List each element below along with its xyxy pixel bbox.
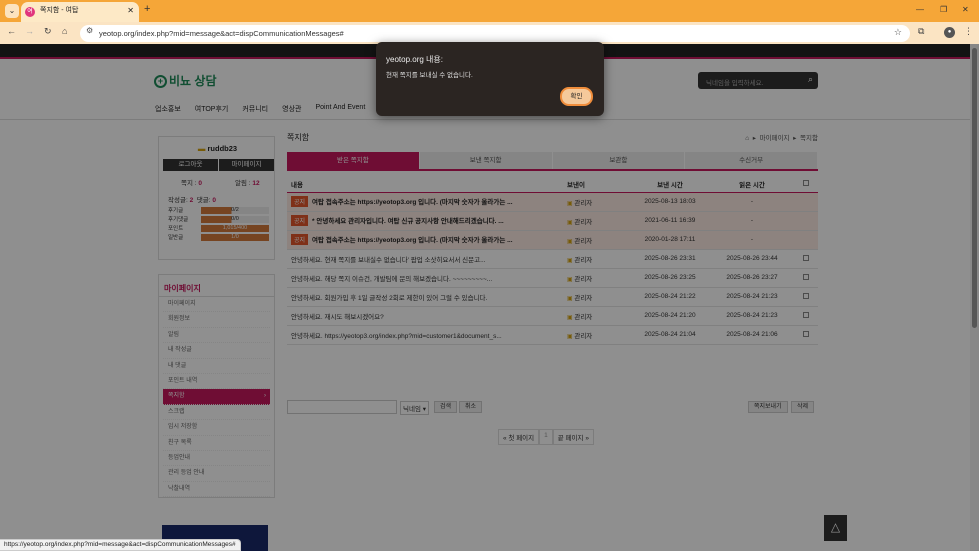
- site-info-icon[interactable]: ⚙: [86, 26, 93, 35]
- bookmark-star-icon[interactable]: ☆: [894, 27, 902, 38]
- favicon-icon: 여: [25, 7, 35, 17]
- tab-bar: ⌄ 여 쪽지함 - 여탑 ✕ + — ❐ ✕: [0, 0, 979, 22]
- status-bar-url: https://yeotop.org/index.php?mid=message…: [0, 539, 241, 551]
- modal-overlay: [0, 44, 979, 551]
- close-window-icon[interactable]: ✕: [962, 5, 969, 14]
- dialog-ok-button[interactable]: 확인: [560, 87, 593, 106]
- close-tab-icon[interactable]: ✕: [127, 2, 134, 20]
- dialog-title: yeotop.org 내용:: [386, 55, 443, 64]
- forward-icon[interactable]: →: [25, 26, 34, 36]
- browser-tab[interactable]: 여 쪽지함 - 여탑 ✕: [21, 2, 139, 22]
- tab-title: 쪽지함 - 여탑: [40, 7, 79, 14]
- url-text: yeotop.org/index.php?mid=message&act=dis…: [99, 29, 344, 38]
- home-icon[interactable]: ⌂: [62, 26, 67, 36]
- back-icon[interactable]: ←: [7, 26, 16, 36]
- reload-icon[interactable]: ↻: [44, 26, 52, 37]
- minimize-icon[interactable]: —: [916, 5, 924, 14]
- extensions-icon[interactable]: ⧉: [918, 26, 924, 37]
- omnibox[interactable]: ⚙ yeotop.org/index.php?mid=message&act=d…: [80, 25, 910, 42]
- new-tab-icon[interactable]: +: [144, 3, 150, 15]
- address-bar: ← → ↻ ⌂ ⚙ yeotop.org/index.php?mid=messa…: [0, 22, 979, 44]
- browser-chrome: ⌄ 여 쪽지함 - 여탑 ✕ + — ❐ ✕ ← → ↻ ⌂ ⚙ yeotop.…: [0, 0, 979, 44]
- profile-avatar[interactable]: ●: [944, 27, 955, 38]
- maximize-icon[interactable]: ❐: [940, 5, 947, 14]
- tab-search-icon[interactable]: ⌄: [5, 4, 19, 18]
- menu-icon[interactable]: ⋮: [964, 26, 973, 37]
- dialog-message: 현재 쪽지를 보내실 수 없습니다.: [386, 72, 473, 79]
